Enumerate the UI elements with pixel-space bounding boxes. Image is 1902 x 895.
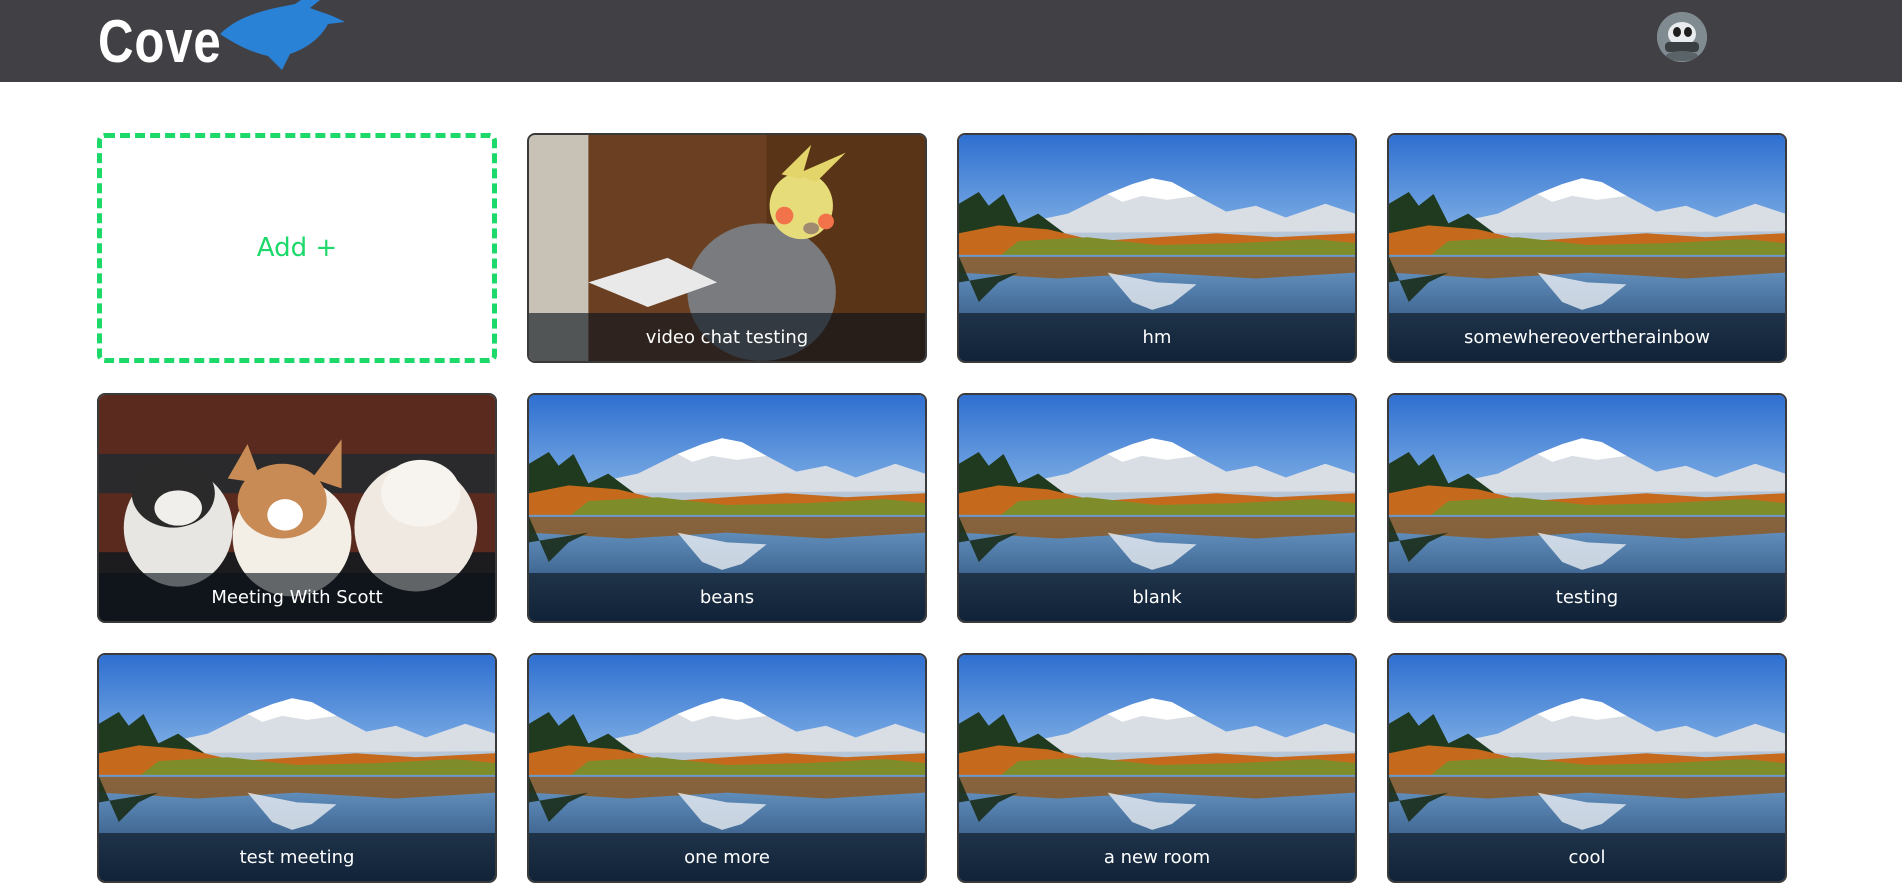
- room-caption: test meeting: [99, 833, 495, 881]
- room-card[interactable]: somewhereovertherainbow: [1387, 133, 1787, 363]
- room-name: blank: [1132, 586, 1182, 608]
- room-name: test meeting: [239, 846, 355, 868]
- room-caption: blank: [959, 573, 1355, 621]
- room-caption: cool: [1389, 833, 1785, 881]
- room-name: beans: [699, 586, 755, 608]
- room-caption: beans: [529, 573, 925, 621]
- room-name: one more: [684, 846, 770, 868]
- room-card[interactable]: testing: [1387, 393, 1787, 623]
- cove-logo[interactable]: Cove: [98, 0, 345, 82]
- room-name: Meeting With Scott: [211, 586, 383, 608]
- bird-logo-icon: [220, 0, 345, 70]
- room-card[interactable]: a new room: [957, 653, 1357, 883]
- room-caption: somewhereovertherainbow: [1389, 313, 1785, 361]
- top-navigation-bar: Cove: [0, 0, 1902, 82]
- room-caption: a new room: [959, 833, 1355, 881]
- room-card[interactable]: video chat testing: [527, 133, 927, 363]
- room-caption: Meeting With Scott: [99, 573, 495, 621]
- room-card[interactable]: cool: [1387, 653, 1787, 883]
- room-caption: testing: [1389, 573, 1785, 621]
- logo-text: Cove: [98, 8, 222, 75]
- add-room-label: Add +: [256, 233, 338, 263]
- room-card[interactable]: hm: [957, 133, 1357, 363]
- room-name: hm: [1142, 326, 1172, 348]
- room-card[interactable]: beans: [527, 393, 927, 623]
- room-card[interactable]: test meeting: [97, 653, 497, 883]
- room-card[interactable]: Meeting With Scott: [97, 393, 497, 623]
- room-name: somewhereovertherainbow: [1464, 326, 1710, 348]
- room-caption: hm: [959, 313, 1355, 361]
- room-caption: video chat testing: [529, 313, 925, 361]
- room-name: cool: [1568, 846, 1606, 868]
- room-name: testing: [1555, 586, 1619, 608]
- room-name: a new room: [1103, 846, 1211, 868]
- user-avatar-icon[interactable]: [1657, 12, 1707, 62]
- add-room-button[interactable]: Add +: [97, 133, 497, 363]
- room-caption: one more: [529, 833, 925, 881]
- room-card[interactable]: blank: [957, 393, 1357, 623]
- room-card[interactable]: one more: [527, 653, 927, 883]
- room-name: video chat testing: [645, 326, 809, 348]
